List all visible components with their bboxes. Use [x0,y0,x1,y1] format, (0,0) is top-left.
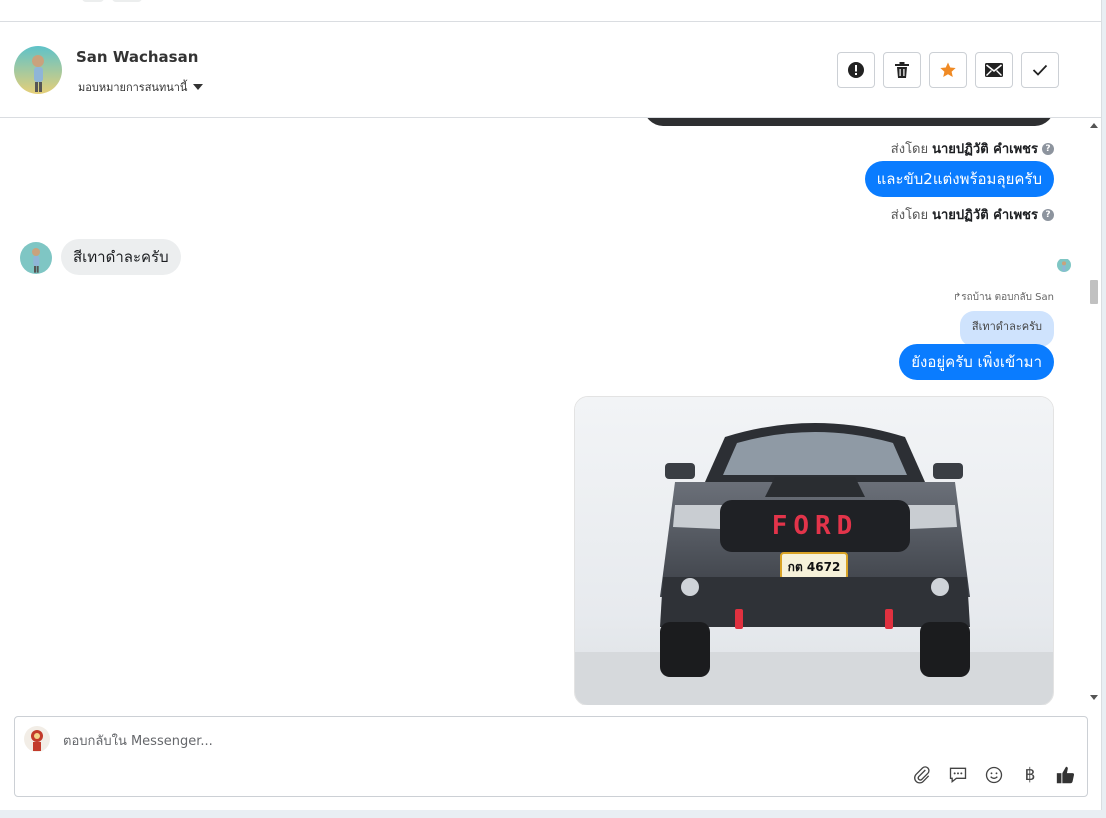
emoji-button[interactable] [983,764,1005,786]
sender-name: นายปฏิวัติ คำเพชร [932,142,1038,157]
sent-by-prefix: ส่งโดย [890,208,929,223]
reply-context-label: ↱รถบ้าน ตอบกลับ San [953,290,1054,305]
contact-avatar[interactable] [14,46,62,94]
like-icon [1056,766,1075,784]
star-icon [940,62,956,78]
sent-by-prefix: ส่งโดย [890,142,929,157]
star-button[interactable] [929,52,967,88]
grille-brand: FORD [772,511,859,541]
reply-input[interactable] [61,729,965,753]
header-actions [837,52,1059,88]
car-photo[interactable]: FORD กต 4672 [574,396,1054,705]
attach-icon [914,766,930,784]
message-bubble[interactable] [644,118,1054,126]
my-avatar [24,726,50,752]
conversation-panel: San Wachasan มอบหมายการสนทนานี้ ส่งโดย น… [0,0,1102,810]
outgoing-message[interactable]: ยังอยู่ครับ เพิ่งเข้ามา [899,344,1054,380]
like-button[interactable] [1055,764,1077,786]
incoming-message[interactable]: สีเทาดำละครับ [61,239,181,275]
vertical-scrollbar[interactable] [1087,118,1101,705]
report-button[interactable] [837,52,875,88]
help-icon[interactable]: ? [1042,142,1054,155]
chevron-down-icon [193,84,204,90]
reply-composer: ฿ [14,716,1088,797]
sent-by-label: ส่งโดย นายปฏิวัติ คำเพชร ? [891,138,1054,159]
saved-reply-button[interactable] [947,764,969,786]
quoted-message[interactable]: สีเทาดำละครับ [959,311,1054,347]
check-icon [1032,64,1048,76]
baht-icon: ฿ [1024,765,1036,785]
sender-name: นายปฏิวัติ คำเพชร [932,208,1038,223]
scroll-up-arrow-icon[interactable] [1090,123,1098,128]
envelope-icon [985,63,1003,77]
exclamation-icon [848,62,864,78]
trash-icon [895,62,909,78]
contact-name[interactable]: San Wachasan [76,48,198,66]
saved-reply-icon [949,767,967,784]
top-strip [0,0,1101,22]
composer-tools: ฿ [911,764,1077,786]
top-fragment [82,0,104,2]
seen-avatar [1057,258,1071,272]
scrollbar-thumb[interactable] [1090,280,1098,304]
scroll-down-arrow-icon[interactable] [1090,695,1098,700]
delete-button[interactable] [883,52,921,88]
help-icon[interactable]: ? [1042,208,1054,221]
attach-button[interactable] [911,764,933,786]
conversation-header: San Wachasan มอบหมายการสนทนานี้ [0,22,1101,118]
outgoing-message[interactable]: และขับ2แต่งพร้อมลุยครับ [864,161,1054,197]
contact-avatar-small [20,242,52,274]
assign-label: มอบหมายการสนทนานี้ [78,81,188,94]
assign-conversation-dropdown[interactable]: มอบหมายการสนทนานี้ [78,78,204,96]
sent-by-label: ส่งโดย นายปฏิวัติ คำเพชร ? [891,204,1054,225]
payment-button[interactable]: ฿ [1019,764,1041,786]
reply-context-text: รถบ้าน ตอบกลับ San [961,292,1054,303]
license-plate: กต 4672 [788,560,841,574]
top-fragment [112,0,142,2]
mark-done-button[interactable] [1021,52,1059,88]
message-thread[interactable]: ส่งโดย นายปฏิวัติ คำเพชร ? และขับ2แต่งพร… [0,118,1101,705]
reply-arrow-icon: ↱ [952,292,962,303]
emoji-icon [985,766,1003,784]
mark-unread-button[interactable] [975,52,1013,88]
